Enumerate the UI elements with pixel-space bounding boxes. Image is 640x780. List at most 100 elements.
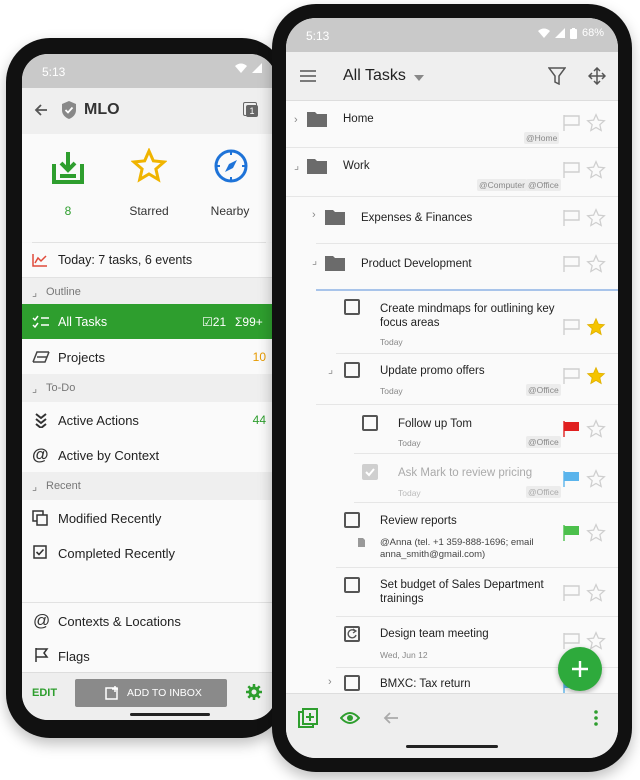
star-icon[interactable] (586, 469, 606, 489)
eye-icon[interactable] (340, 711, 360, 725)
arrow-left-icon[interactable] (34, 103, 48, 117)
starred-button[interactable]: Starred (117, 144, 181, 234)
caret-down-icon[interactable] (414, 75, 424, 81)
signal-icon (554, 28, 565, 38)
flag-icon[interactable] (563, 162, 581, 178)
task-checkbox[interactable] (362, 464, 378, 480)
item-title: Follow up Tom (398, 418, 472, 430)
list-item[interactable]: Follow up Tom Today @Office (354, 405, 618, 454)
projects-icon (32, 351, 50, 363)
context-tag: @Office (526, 486, 561, 498)
list-item[interactable]: ⌟ Update promo offers Today @Office (316, 354, 618, 405)
add-task-button[interactable] (558, 647, 602, 691)
arrow-left-icon[interactable] (383, 711, 399, 725)
item-title: BMXC: Tax return (380, 678, 471, 690)
flag-icon[interactable] (563, 525, 581, 541)
chevron-right-icon[interactable]: › (312, 209, 316, 221)
edit-button[interactable]: EDIT (32, 687, 57, 699)
star-icon[interactable] (586, 113, 606, 133)
star-icon[interactable] (586, 160, 606, 180)
nearby-button[interactable]: Nearby (198, 144, 262, 234)
item-title: Expenses & Finances (361, 212, 473, 224)
list-item[interactable]: › Expenses & Finances (312, 197, 618, 244)
nearby-label: Nearby (210, 204, 250, 218)
flag-icon[interactable] (563, 471, 581, 487)
list-item[interactable]: ⌟ Product Development (312, 244, 618, 291)
menu-icon[interactable] (300, 70, 316, 82)
filter-icon[interactable] (548, 67, 566, 85)
task-checkbox[interactable] (344, 299, 360, 315)
list-item[interactable]: Set budget of Sales Department trainings (336, 568, 618, 617)
signal-icon (252, 63, 262, 73)
checkbox-checked-icon (33, 545, 47, 559)
list-item[interactable]: › Home @Home (286, 101, 618, 148)
nav-active-context-label: Active by Context (58, 448, 160, 463)
more-vert-icon[interactable] (594, 710, 598, 726)
item-date: Today (398, 438, 421, 448)
task-checkbox[interactable] (344, 577, 360, 593)
list-item[interactable]: Review reports @Anna (tel. +1 359-888-16… (336, 503, 618, 568)
flag-icon[interactable] (563, 256, 581, 272)
flag-icon[interactable] (563, 115, 581, 131)
folder-icon (325, 256, 345, 271)
star-icon (131, 148, 167, 183)
task-checkbox[interactable] (344, 512, 360, 528)
flag-icon[interactable] (563, 421, 581, 437)
flag-icon[interactable] (563, 210, 581, 226)
star-icon[interactable] (586, 366, 606, 386)
nav-completed-label: Completed Recently (58, 546, 176, 561)
add-to-inbox-button[interactable]: ADD TO INBOX (75, 679, 227, 707)
task-checkbox[interactable] (344, 362, 360, 378)
all-tasks-count-a-value: 21 (212, 315, 227, 329)
battery-icon (569, 27, 577, 39)
nav-active-context[interactable]: @ Active by Context (22, 437, 276, 472)
nav-all-tasks[interactable]: All Tasks ☑21 Σ99+ (22, 304, 276, 339)
star-icon[interactable] (586, 208, 606, 228)
nav-flags[interactable]: Flags (22, 638, 276, 672)
inbox-button[interactable]: 8 (36, 144, 100, 234)
view-title[interactable]: All Tasks (343, 67, 406, 85)
chevron-right-icon[interactable]: › (328, 676, 332, 688)
star-icon[interactable] (586, 419, 606, 439)
left-header: MLO 1 (22, 88, 276, 134)
nav-modified-recently[interactable]: Modified Recently (22, 500, 276, 535)
list-item[interactable]: ⌟ Work @Computer @Office (286, 148, 618, 197)
gear-icon[interactable] (246, 684, 262, 700)
item-date: Today (398, 488, 421, 498)
star-icon[interactable] (586, 254, 606, 274)
nav-contexts[interactable]: @ Contexts & Locations (22, 603, 276, 638)
add-subtask-icon[interactable] (298, 708, 318, 728)
chevron-down-icon[interactable]: ⌟ (312, 254, 317, 267)
list-item[interactable]: Create mindmaps for outlining key focus … (336, 291, 618, 354)
compass-icon (214, 149, 248, 183)
move-arrows-icon[interactable] (588, 67, 606, 85)
window-count: 1 (246, 105, 258, 117)
chevron-down-icon[interactable]: ⌟ (328, 363, 333, 376)
task-checkbox[interactable] (344, 626, 360, 642)
star-icon[interactable] (586, 317, 606, 337)
nav-active-actions[interactable]: Active Actions 44 (22, 402, 276, 437)
section-todo: ⌟ To-Do (22, 374, 276, 402)
item-title: Home (343, 113, 374, 125)
star-icon[interactable] (586, 523, 606, 543)
task-checkbox[interactable] (362, 415, 378, 431)
chevron-down-icon[interactable]: ⌟ (294, 159, 299, 172)
flag-icon[interactable] (563, 319, 581, 335)
nav-projects[interactable]: Projects 10 (22, 339, 276, 374)
nav-completed-recently[interactable]: Completed Recently (22, 535, 276, 570)
task-checkbox[interactable] (344, 675, 360, 691)
list-item[interactable]: Ask Mark to review pricing Today @Office (354, 454, 618, 503)
right-header: All Tasks (286, 52, 618, 101)
flag-icon[interactable] (563, 368, 581, 384)
item-title: Create mindmaps for outlining key focus … (380, 303, 555, 329)
flag-icon[interactable] (563, 585, 581, 601)
quick-filters: 8 Starred Nearby (22, 134, 276, 242)
star-icon[interactable] (586, 583, 606, 603)
chevron-right-icon[interactable]: › (294, 114, 298, 126)
battery-percent: 68% (581, 27, 604, 39)
window-count-icon[interactable]: 1 (243, 102, 259, 118)
today-summary[interactable]: Today: 7 tasks, 6 events (22, 243, 276, 277)
app-title: MLO (84, 101, 120, 118)
status-bar: 5:13 68% (286, 18, 618, 52)
status-bar: 5:13 (22, 54, 276, 88)
